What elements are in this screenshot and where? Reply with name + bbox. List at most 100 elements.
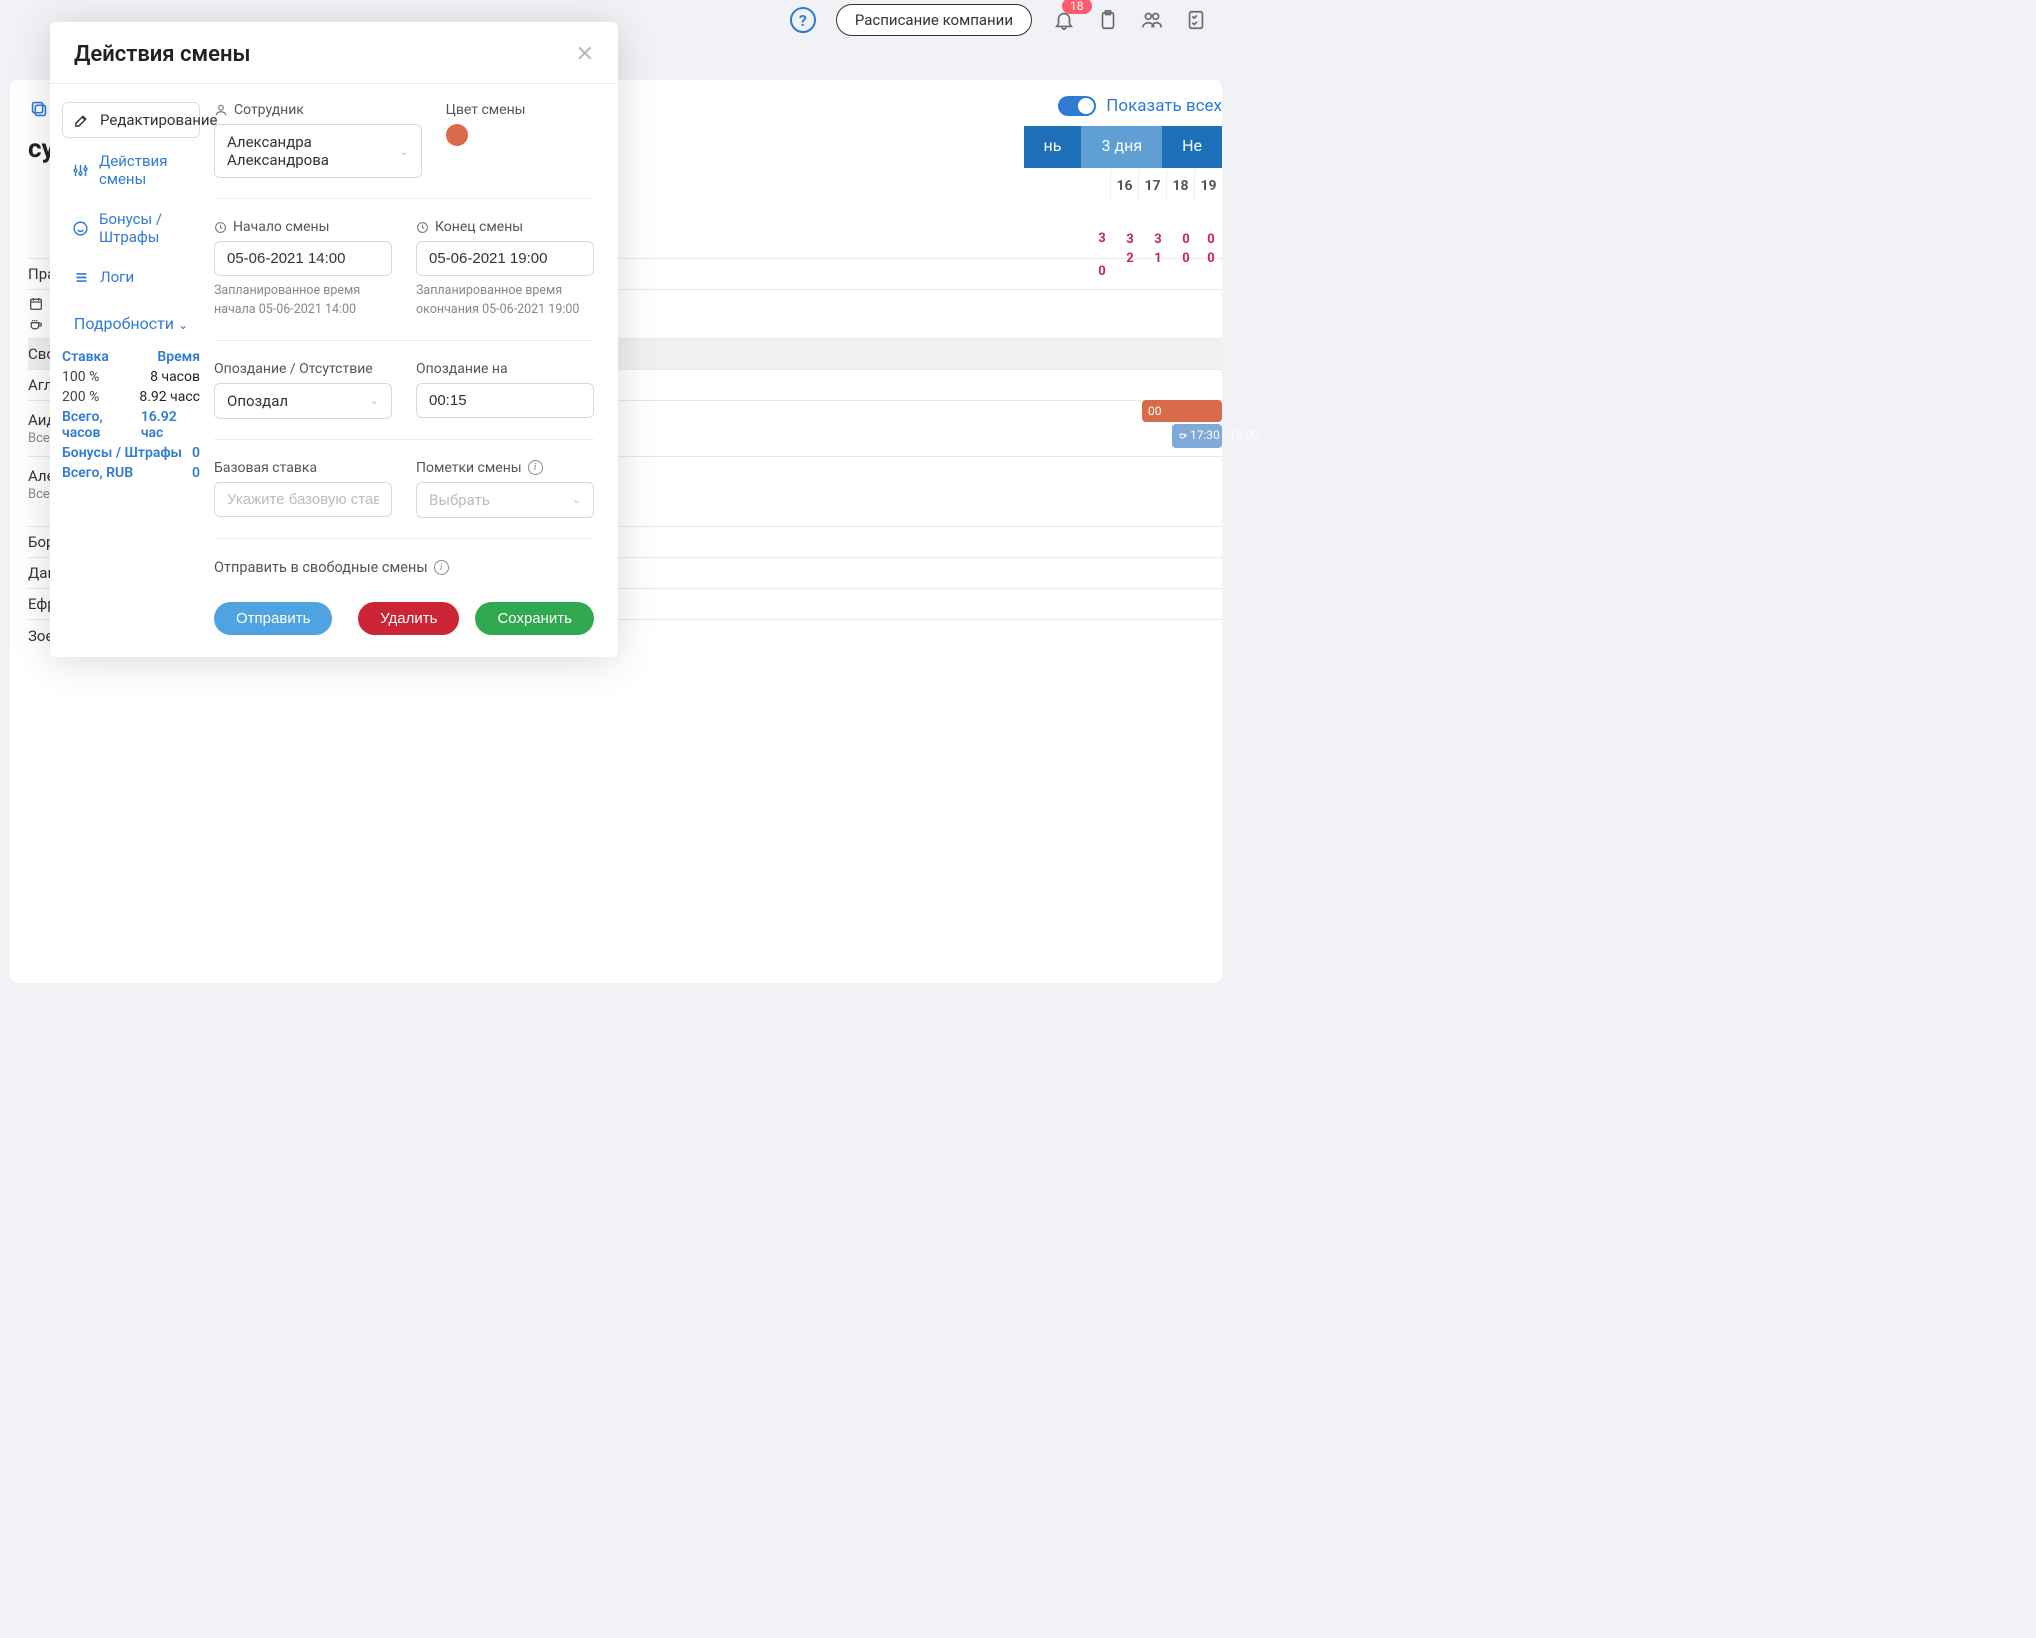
- show-all-toggle[interactable]: [1058, 96, 1096, 116]
- show-all-toggle-row: Показать всех: [1058, 96, 1222, 116]
- label-text: Отправить в свободные смены: [214, 559, 428, 576]
- stats-table: СтавкаВремя 100 %8 часов 200 %8.92 часс …: [62, 347, 200, 483]
- tab-3days[interactable]: 3 дня: [1081, 126, 1162, 168]
- user-icon: [214, 103, 228, 117]
- label-text: Пометки смены: [416, 460, 522, 476]
- list-icon: [72, 269, 90, 286]
- stat: 0: [1182, 232, 1189, 247]
- date-cell[interactable]: 17: [1138, 170, 1166, 202]
- sliders-icon: [72, 162, 89, 179]
- clipboard-icon[interactable]: [1096, 8, 1120, 32]
- date-cell[interactable]: 18: [1166, 170, 1194, 202]
- tab-label: Действия смены: [99, 152, 190, 188]
- details-label: Подробности: [74, 314, 174, 333]
- end-input[interactable]: [416, 241, 594, 276]
- late-select[interactable]: Опоздал ⌄: [214, 383, 392, 419]
- employee-label: Сотрудник: [214, 102, 422, 118]
- stats-cell: 0: [192, 445, 200, 461]
- stats-cell: 200 %: [62, 389, 99, 405]
- shift-actions-modal: Действия смены ✕ Редактирование Действия…: [50, 22, 618, 657]
- view-tabs: нь 3 дня Не: [1024, 126, 1222, 168]
- late-label: Опоздание / Отсутствие: [214, 361, 392, 377]
- stat: 0: [1207, 251, 1214, 266]
- stats-cell: Всего, RUB: [62, 465, 133, 481]
- stats-cell: 16.92 час: [141, 409, 200, 441]
- stat: 1: [1154, 251, 1161, 266]
- tab-week[interactable]: Не: [1162, 126, 1222, 168]
- base-rate-input[interactable]: [214, 482, 392, 517]
- tab-label: Логи: [100, 268, 134, 286]
- close-icon[interactable]: ✕: [576, 42, 594, 67]
- tags-select[interactable]: Выбрать ⌄: [416, 482, 594, 518]
- clock-icon: [416, 221, 429, 234]
- checklist-icon[interactable]: [1184, 8, 1208, 32]
- modal-form: Сотрудник Александра Александрова ⌄ Цвет…: [214, 102, 594, 635]
- separator: [214, 439, 594, 440]
- stats-cell: 100 %: [62, 369, 99, 385]
- delete-button[interactable]: Удалить: [358, 602, 459, 635]
- modal-sidebar: Редактирование Действия смены Бонусы / Ш…: [62, 102, 200, 635]
- tags-placeholder: Выбрать: [429, 491, 490, 509]
- modal-title: Действия смены: [74, 42, 250, 67]
- end-label: Конец смены: [416, 219, 594, 235]
- separator: [214, 340, 594, 341]
- color-swatch[interactable]: [446, 124, 468, 146]
- info-icon[interactable]: i: [434, 560, 449, 575]
- send-button[interactable]: Отправить: [214, 602, 332, 635]
- label-text: Сотрудник: [234, 102, 304, 118]
- stat: 0: [1098, 264, 1105, 279]
- start-input[interactable]: [214, 241, 392, 276]
- company-schedule-button[interactable]: Расписание компании: [836, 4, 1032, 36]
- stat: 3: [1154, 232, 1161, 247]
- send-free-label: Отправить в свободные смены i: [214, 559, 594, 576]
- modal-header: Действия смены ✕: [50, 22, 618, 84]
- separator: [214, 538, 594, 539]
- late-by-input[interactable]: [416, 383, 594, 418]
- tab-actions[interactable]: Действия смены: [62, 144, 200, 196]
- details-toggle[interactable]: Подробности ⌄: [62, 314, 200, 333]
- stat: 0: [1207, 232, 1214, 247]
- start-label: Начало смены: [214, 219, 392, 235]
- date-cell[interactable]: 19: [1194, 170, 1222, 202]
- help-icon[interactable]: ?: [790, 7, 816, 33]
- tags-label: Пометки смены i: [416, 460, 594, 476]
- tab-bonus[interactable]: Бонусы / Штрафы: [62, 202, 200, 254]
- stats-cell: 8 часов: [150, 369, 200, 385]
- break-block[interactable]: 17:30 - 18:00: [1172, 424, 1222, 448]
- users-icon[interactable]: [1140, 8, 1164, 32]
- edit-icon: [73, 112, 90, 129]
- chevron-down-icon: ⌄: [178, 318, 188, 332]
- break-time: 17:30 - 18:00: [1190, 428, 1259, 442]
- label-text: Начало смены: [233, 219, 329, 235]
- tab-day[interactable]: нь: [1024, 126, 1082, 168]
- tab-label: Бонусы / Штрафы: [99, 210, 190, 246]
- stat: 3: [1098, 231, 1105, 246]
- stats-header: Ставка: [62, 349, 109, 365]
- stats-cell: 0: [192, 465, 200, 481]
- separator: [214, 198, 594, 199]
- base-rate-label: Базовая ставка: [214, 460, 392, 476]
- bell-icon[interactable]: 18: [1052, 8, 1076, 32]
- start-hint: Запланированное время начала 05-06-2021 …: [214, 282, 392, 320]
- stat: 0: [1182, 251, 1189, 266]
- shift-block[interactable]: 00: [1142, 400, 1222, 422]
- tab-label: Редактирование: [100, 111, 218, 129]
- stats-header: Время: [157, 349, 200, 365]
- late-by-label: Опоздание на: [416, 361, 594, 377]
- date-cell[interactable]: 16: [1110, 170, 1138, 202]
- info-icon[interactable]: i: [528, 460, 543, 475]
- notification-badge: 18: [1062, 0, 1092, 14]
- employee-select[interactable]: Александра Александрова ⌄: [214, 124, 422, 178]
- tab-logs[interactable]: Логи: [62, 260, 200, 294]
- end-hint: Запланированное время окончания 05-06-20…: [416, 282, 594, 320]
- label-text: Конец смены: [435, 219, 523, 235]
- modal-footer: Отправить Удалить Сохранить: [214, 586, 594, 635]
- show-all-label: Показать всех: [1106, 96, 1222, 116]
- chevron-down-icon: ⌄: [572, 493, 581, 506]
- tab-edit[interactable]: Редактирование: [62, 102, 200, 138]
- stat-row: 3 0 3 2 3 1 0 0 0 0: [1088, 228, 1222, 279]
- save-button[interactable]: Сохранить: [475, 602, 594, 635]
- chevron-down-icon: ⌄: [370, 394, 379, 407]
- stats-cell: 8.92 часс: [139, 389, 200, 405]
- smile-icon: [72, 220, 89, 237]
